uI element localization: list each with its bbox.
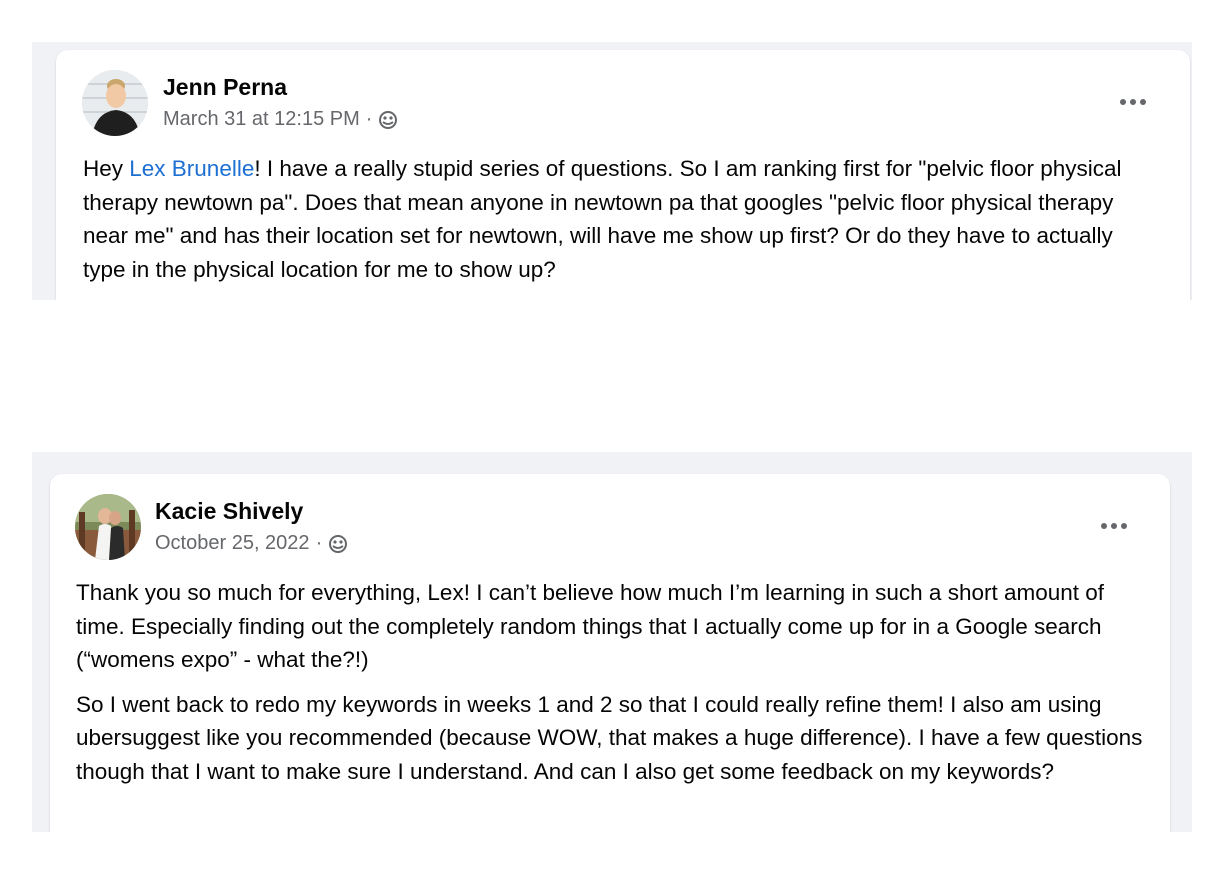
more-options-button[interactable] [1094, 514, 1134, 538]
timestamp[interactable]: October 25, 2022 [155, 532, 310, 555]
post-meta: October 25, 2022 · [155, 532, 348, 555]
globe-icon [378, 110, 398, 130]
post-text: Thank you so much for everything, Lex! I… [76, 576, 1156, 788]
author-name[interactable]: Jenn Perna [163, 74, 287, 101]
mention-link[interactable]: Lex Brunelle [129, 156, 254, 181]
timestamp[interactable]: March 31 at 12:15 PM [163, 108, 360, 131]
post-meta: March 31 at 12:15 PM · [163, 108, 398, 131]
post-card: Kacie Shively October 25, 2022 · Thank y… [50, 474, 1170, 832]
separator: · [365, 108, 373, 130]
avatar[interactable] [75, 494, 141, 560]
avatar-image [82, 70, 148, 136]
post-container-2: Kacie Shively October 25, 2022 · Thank y… [32, 452, 1192, 832]
globe-icon [328, 534, 348, 554]
post-container-1: Jenn Perna March 31 at 12:15 PM · Hey Le… [32, 42, 1192, 300]
text-prefix: Hey [83, 156, 130, 181]
post-card: Jenn Perna March 31 at 12:15 PM · Hey Le… [56, 50, 1190, 300]
separator: · [315, 532, 323, 554]
post-paragraph: Hey Lex Brunelle! I have a really stupid… [83, 152, 1153, 286]
post-paragraph-1: Thank you so much for everything, Lex! I… [76, 580, 1105, 672]
more-horizontal-icon [1120, 99, 1126, 105]
more-options-button[interactable] [1113, 90, 1153, 114]
more-horizontal-icon [1101, 523, 1107, 529]
author-name[interactable]: Kacie Shively [155, 498, 303, 525]
avatar-image [75, 494, 141, 560]
post-paragraph-2: So I went back to redo my keywords in we… [76, 691, 1143, 784]
avatar[interactable] [82, 70, 148, 136]
post-text: Hey Lex Brunelle! I have a really stupid… [83, 152, 1153, 286]
